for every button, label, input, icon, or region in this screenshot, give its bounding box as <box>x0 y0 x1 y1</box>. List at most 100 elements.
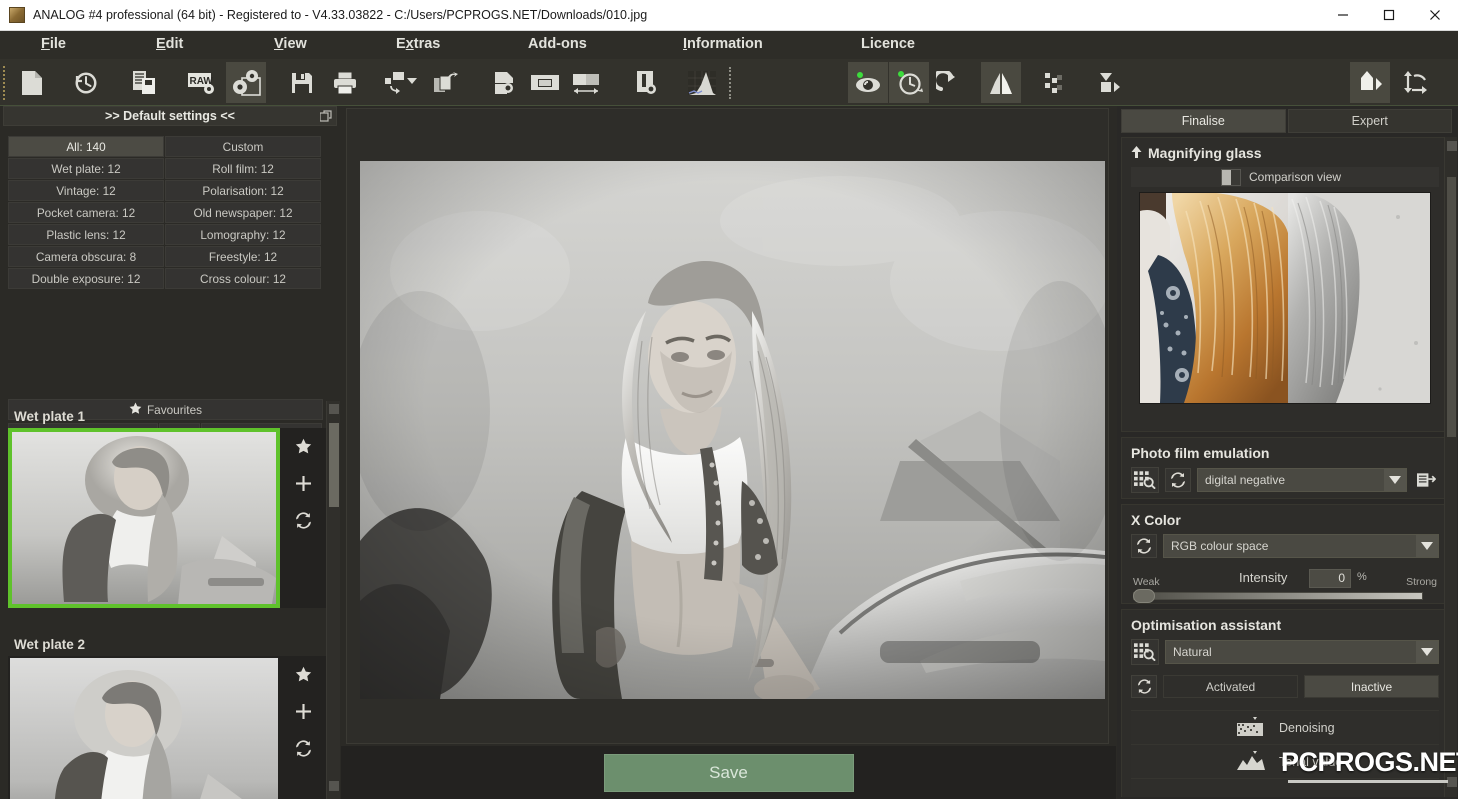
preset-item-wet-plate-1[interactable]: Wet plate 1 <box>8 406 326 608</box>
category-wet-plate[interactable]: Wet plate: 12 <box>8 158 164 179</box>
category-old-newspaper[interactable]: Old newspaper: 12 <box>165 202 321 223</box>
preset-thumb-body <box>8 656 326 799</box>
chevron-down-icon[interactable] <box>1384 469 1406 491</box>
category-plastic-lens[interactable]: Plastic lens: 12 <box>8 224 164 245</box>
minimize-button[interactable] <box>1320 0 1366 31</box>
optimisation-assistant-select[interactable]: Natural <box>1165 640 1439 664</box>
comparison-preview[interactable] <box>1139 192 1431 404</box>
add-plus-icon[interactable] <box>296 704 311 724</box>
intensity-slider-knob[interactable] <box>1133 589 1155 603</box>
menu-add-ons[interactable]: Add-ons <box>528 36 587 52</box>
menu-licence[interactable]: Licence <box>861 36 915 52</box>
save-toolbar-button[interactable] <box>282 62 322 103</box>
menu-information[interactable]: Information <box>683 36 763 52</box>
optimisation-row-denoising[interactable]: Denoising <box>1131 710 1439 744</box>
browse-presets-icon[interactable] <box>1131 467 1159 493</box>
scroll-up-button[interactable] <box>1447 141 1457 151</box>
photo-film-emulation-select[interactable]: digital negative <box>1197 468 1407 492</box>
preset-title: Wet plate 1 <box>8 406 326 428</box>
fit-view-button[interactable] <box>1090 62 1130 103</box>
application-window: ANALOG #4 professional (64 bit) - Regist… <box>0 0 1458 799</box>
export-dropdown-button[interactable] <box>380 62 420 103</box>
preset-thumbnail-image[interactable] <box>10 658 278 799</box>
category-pocket-camera[interactable]: Pocket camera: 12 <box>8 202 164 223</box>
undock-icon[interactable] <box>320 110 332 125</box>
preset-item-wet-plate-2[interactable]: Wet plate 2 <box>8 634 326 799</box>
save-button[interactable]: Save <box>604 754 854 792</box>
reset-arrows-icon[interactable] <box>295 740 312 762</box>
menu-view[interactable]: View <box>274 36 307 52</box>
menu-file[interactable]: File <box>41 36 66 52</box>
timer-refresh-button[interactable] <box>889 62 929 103</box>
reset-icon[interactable] <box>1165 468 1191 492</box>
maximize-button[interactable] <box>1366 0 1412 31</box>
editor-center: Save <box>341 106 1116 799</box>
zoom-fit-toggle-button[interactable] <box>1350 62 1390 103</box>
raw-settings-button[interactable]: RAW <box>182 62 222 103</box>
reset-icon[interactable] <box>1131 534 1157 558</box>
category-polarisation[interactable]: Polarisation: 12 <box>165 180 321 201</box>
resize-button[interactable] <box>566 62 606 103</box>
scroll-down-button[interactable] <box>329 781 339 791</box>
scroll-down-button[interactable] <box>1447 777 1457 787</box>
new-image-button[interactable] <box>12 62 52 103</box>
reset-arrows-icon[interactable] <box>295 512 312 534</box>
category-camera-obscura[interactable]: Camera obscura: 8 <box>8 246 164 267</box>
history-button[interactable] <box>66 62 106 103</box>
category-lomography[interactable]: Lomography: 12 <box>165 224 321 245</box>
menu-edit[interactable]: Edit <box>156 36 183 52</box>
category-double-exposure[interactable]: Double exposure: 12 <box>8 268 164 289</box>
chevron-down-icon[interactable] <box>1416 641 1438 663</box>
toolbar-grip[interactable] <box>3 66 7 100</box>
batch-processing-button[interactable] <box>124 62 164 103</box>
preset-thumbnail-image[interactable] <box>8 428 280 608</box>
print-button[interactable] <box>325 62 365 103</box>
rotate-flip-button[interactable] <box>1396 62 1436 103</box>
favourite-star-icon[interactable] <box>295 666 312 688</box>
denoise-icon <box>1235 717 1267 739</box>
crop-button[interactable] <box>484 62 524 103</box>
intensity-slider-track[interactable] <box>1133 592 1423 600</box>
close-button[interactable] <box>1412 0 1458 31</box>
comparison-view-row[interactable]: Comparison view <box>1131 167 1439 187</box>
preview-eye-button[interactable] <box>848 62 888 103</box>
intensity-max-label: Strong <box>1406 576 1437 588</box>
mirror-button[interactable] <box>981 62 1021 103</box>
histogram-button[interactable] <box>682 62 722 103</box>
optimisation-activated-button[interactable]: Activated <box>1163 675 1298 698</box>
comparison-view-checkbox[interactable] <box>1221 169 1241 186</box>
chevron-down-icon[interactable] <box>1416 535 1438 557</box>
preset-list-scrollbar[interactable] <box>326 401 340 799</box>
measure-button[interactable] <box>626 62 666 103</box>
category-all[interactable]: All: 140 <box>8 136 164 157</box>
optimisation-inactive-button[interactable]: Inactive <box>1304 675 1439 698</box>
category-custom[interactable]: Custom <box>165 136 321 157</box>
settings-panel-scrollbar[interactable] <box>1444 137 1457 797</box>
menu-extras[interactable]: Extras <box>396 36 440 52</box>
add-plus-icon[interactable] <box>296 476 311 496</box>
duplicate-layer-button[interactable] <box>425 62 465 103</box>
favourite-star-icon[interactable] <box>295 438 312 460</box>
reset-icon[interactable] <box>1131 675 1157 698</box>
scrollbar-thumb[interactable] <box>329 423 339 507</box>
checker-button[interactable] <box>1034 62 1074 103</box>
scrollbar-thumb[interactable] <box>1447 177 1456 437</box>
tab-expert[interactable]: Expert <box>1288 109 1453 133</box>
category-cross-colour[interactable]: Cross colour: 12 <box>165 268 321 289</box>
panorama-button[interactable] <box>525 62 565 103</box>
film-settings-icon[interactable] <box>1413 468 1439 492</box>
category-freestyle[interactable]: Freestyle: 12 <box>165 246 321 267</box>
scroll-up-button[interactable] <box>329 404 339 414</box>
preset-thumbnail-list[interactable]: Wet plate 1 <box>3 401 337 799</box>
photo-film-emulation-controls: digital negative <box>1131 467 1439 493</box>
tab-finalise[interactable]: Finalise <box>1121 109 1286 133</box>
intensity-value[interactable]: 0 <box>1309 569 1351 588</box>
effects-settings-button[interactable] <box>226 62 266 103</box>
x-color-select[interactable]: RGB colour space <box>1163 534 1439 558</box>
browse-presets-icon[interactable] <box>1131 639 1159 665</box>
category-vintage[interactable]: Vintage: 12 <box>8 180 164 201</box>
arrow-up-icon[interactable] <box>1131 145 1142 161</box>
category-roll-film[interactable]: Roll film: 12 <box>165 158 321 179</box>
main-photo[interactable] <box>360 161 1105 699</box>
redo-button[interactable] <box>929 62 969 103</box>
